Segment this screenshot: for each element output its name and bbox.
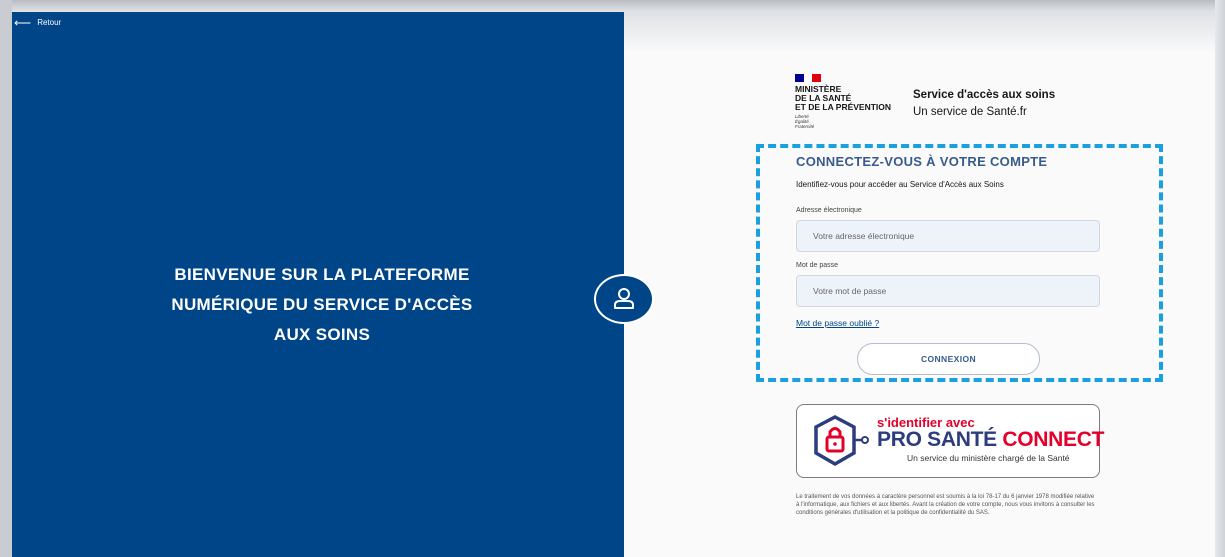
welcome-line-1: BIENVENUE SUR LA PLATEFORME: [174, 265, 470, 284]
psc-service-note: Un service du ministère chargé de la San…: [907, 453, 1070, 463]
login-panel-top-shade: [624, 12, 1215, 52]
back-link-label: Retour: [37, 18, 62, 27]
back-arrow-icon: ⟵: [14, 15, 32, 30]
psc-brand-sante: SANTÉ: [927, 428, 997, 451]
login-title: CONNECTEZ-VOUS À VOTRE COMPTE: [796, 154, 1048, 169]
service-subtitle: Un service de Santé.fr: [913, 106, 1027, 118]
ministry-name: MINISTÈRE DE LA SANTÉ ET DE LA PRÉVENTIO…: [795, 84, 892, 112]
lock-hexagon-icon: [814, 415, 869, 467]
welcome-panel: ⟵ Retour BIENVENUE SUR LA PLATEFORME NUM…: [12, 12, 624, 557]
email-field[interactable]: [796, 220, 1100, 252]
window-frame-left: [0, 0, 12, 557]
connexion-button[interactable]: CONNEXION: [857, 343, 1040, 375]
ministry-motto: Liberté Égalité Fraternité: [795, 114, 815, 129]
psc-brand-connect: CONNECT: [1002, 428, 1105, 451]
user-icon: [614, 288, 634, 309]
login-subtitle: Identifiez-vous pour accéder au Service …: [796, 180, 1004, 189]
welcome-line-3: AUX SOINS: [273, 325, 371, 344]
password-field[interactable]: [796, 275, 1100, 307]
pro-sante-connect-button[interactable]: s'identifier avec PRO SANTÉ CONNECT Un s…: [796, 404, 1104, 478]
forgot-password-link[interactable]: Mot de passe oublié ?: [796, 318, 879, 328]
marianne-flag-icon: [795, 74, 822, 82]
psc-brand: PRO SANTÉ CONNECT: [877, 428, 1104, 452]
window-frame-top: [0, 0, 1225, 12]
ministry-logo: MINISTÈRE DE LA SANTÉ ET DE LA PRÉVENTIO…: [795, 74, 891, 129]
window-frame-right: [1215, 0, 1225, 557]
back-link[interactable]: ⟵ Retour: [14, 15, 62, 30]
welcome-line-2: NUMÉRIQUE DU SERVICE D'ACCÈS: [171, 295, 473, 314]
password-label: Mot de passe: [796, 262, 839, 269]
psc-brand-pro: PRO: [877, 428, 922, 451]
service-title: Service d'accès aux soins: [913, 89, 1056, 101]
email-label: Adresse électronique: [796, 207, 862, 214]
legal-notice: Le traitement de vos données à caractère…: [796, 494, 1095, 516]
welcome-heading: BIENVENUE SUR LA PLATEFORME NUMÉRIQUE DU…: [82, 260, 562, 350]
user-badge: [594, 274, 654, 324]
